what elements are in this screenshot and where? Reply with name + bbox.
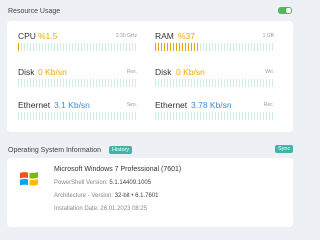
powershell-value: 5.1.14409.1005	[109, 180, 152, 186]
sync-button[interactable]: Sync	[275, 145, 294, 153]
cpu-label: CPU	[18, 31, 36, 41]
cpu-usage-bar	[18, 43, 137, 51]
ethernet-recv-meta: Rec.	[263, 102, 274, 108]
ethernet-recv-metric: Ethernet 3.78 Kb/sn Rec.	[155, 100, 274, 122]
ethernet-send-meta: Sen.	[126, 102, 137, 108]
disk-write-value: 0 Kb/sn	[176, 67, 205, 77]
ram-usage-bar	[155, 43, 274, 51]
disk-read-label: Disk	[18, 67, 35, 77]
ethernet-send-label: Ethernet	[18, 100, 51, 110]
ram-metric: RAM %37 1 GB	[155, 31, 274, 53]
history-button[interactable]: History	[109, 146, 133, 154]
ram-usage-fill	[155, 43, 200, 51]
disk-read-meta: Res.	[126, 69, 137, 75]
architecture-label: Architecture - Version:	[54, 193, 114, 199]
disk-read-metric: Disk 0 Kb/sn Res.	[18, 67, 137, 89]
powershell-version: PowerShell Version: 5.1.14409.1005	[54, 180, 151, 186]
ethernet-recv-bar	[155, 112, 274, 120]
ethernet-recv-label: Ethernet	[155, 100, 188, 110]
resource-usage-title: Resource Usage	[8, 8, 61, 15]
ethernet-send-bar	[18, 112, 137, 120]
installation-date: Installation Date: 26.01.2023 08:25	[54, 206, 147, 212]
ram-label: RAM	[155, 31, 174, 41]
ethernet-send-metric: Ethernet 3.1 Kb/sn Sen.	[18, 100, 137, 122]
cpu-metric: CPU %1.5 2.30 GHz	[18, 31, 137, 53]
ram-value: %37	[178, 31, 196, 41]
cpu-frequency: 2.30 GHz	[115, 33, 137, 39]
cpu-usage-fill	[18, 43, 20, 51]
ethernet-recv-value: 3.78 Kb/sn	[191, 100, 232, 110]
architecture-version: Architecture - Version: 32-bit • 6.1.760…	[54, 193, 159, 199]
disk-write-label: Disk	[155, 67, 172, 77]
powershell-label: PowerShell Version:	[54, 180, 108, 186]
resource-toggle[interactable]	[278, 7, 292, 14]
disk-read-bar	[18, 79, 137, 87]
ram-total: 1 GB	[262, 33, 274, 39]
ethernet-send-value: 3.1 Kb/sn	[54, 100, 90, 110]
cpu-value: %1.5	[38, 31, 58, 41]
os-name: Microsoft Windows 7 Professional (7601)	[54, 166, 182, 173]
disk-write-meta: Wri.	[265, 69, 274, 75]
disk-write-bar	[155, 79, 274, 87]
installation-label: Installation Date:	[54, 206, 99, 212]
windows-logo-icon	[20, 172, 38, 186]
disk-read-value: 0 Kb/sn	[38, 67, 67, 77]
disk-write-metric: Disk 0 Kb/sn Wri.	[155, 67, 274, 89]
architecture-value: 32-bit • 6.1.7601	[114, 193, 159, 199]
installation-value: 26.01.2023 08:25	[100, 206, 148, 212]
os-info-title: Operating System Information	[8, 147, 101, 154]
toggle-knob	[286, 8, 291, 13]
